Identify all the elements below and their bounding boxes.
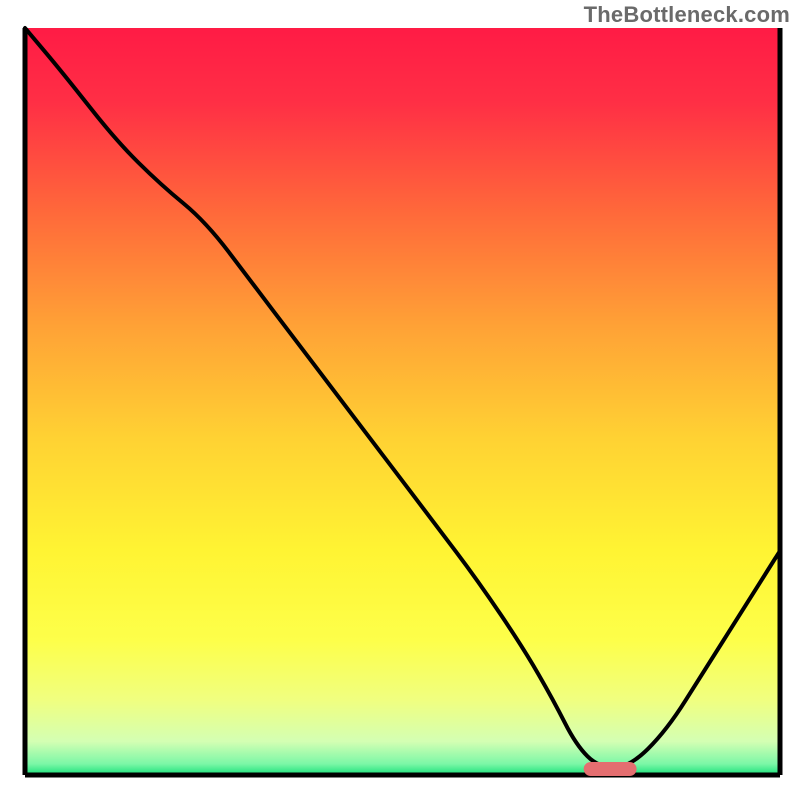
bottleneck-chart (0, 0, 800, 800)
watermark-source: TheBottleneck.com (584, 2, 790, 28)
plot-gradient-fill (25, 28, 780, 775)
optimal-marker (584, 762, 637, 776)
chart-container: TheBottleneck.com (0, 0, 800, 800)
